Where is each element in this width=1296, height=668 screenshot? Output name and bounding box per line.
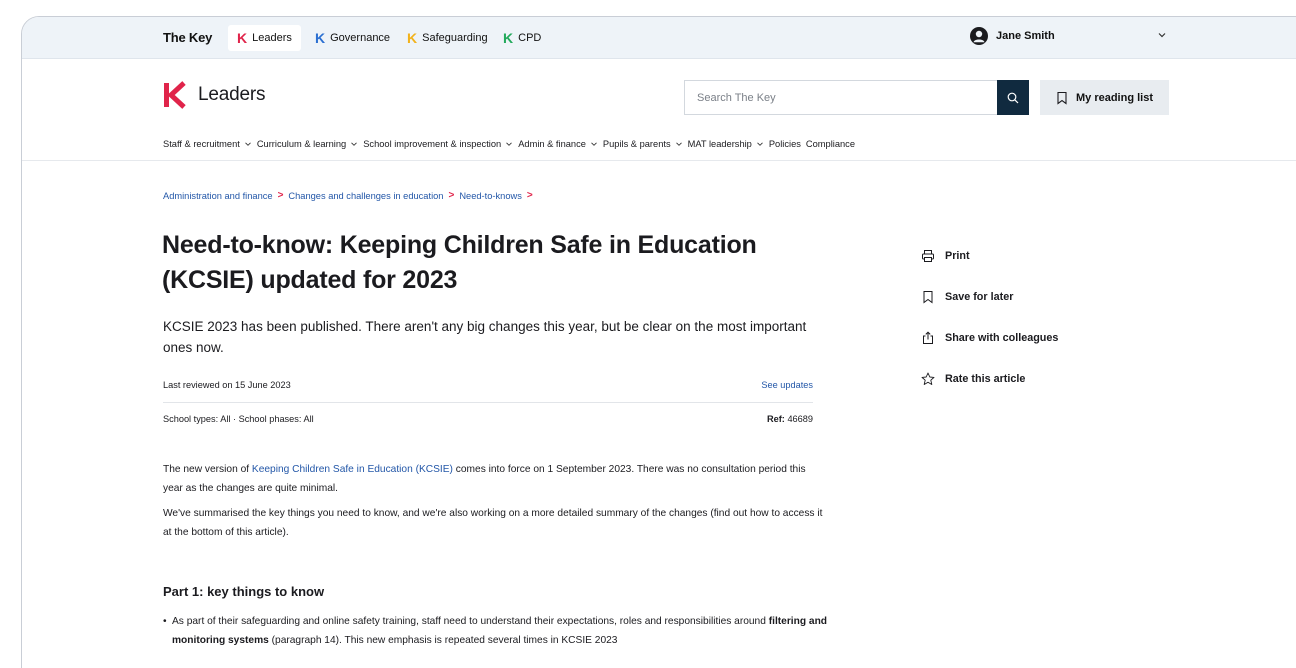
action-label: Save for later — [945, 290, 1014, 303]
browser-frame: The Key K Leaders K Governance K Safegua… — [21, 16, 1296, 668]
breadcrumb-separator-icon: > — [526, 190, 533, 201]
nav-item-staff-recruitment[interactable]: Staff & recruitment — [163, 139, 252, 149]
nav-item-label: School improvement & inspection — [363, 139, 502, 149]
intro-paragraph: The new version of Keeping Children Safe… — [163, 460, 823, 498]
nav-item-label: Staff & recruitment — [163, 139, 240, 149]
product-tab-leaders[interactable]: K Leaders — [228, 25, 301, 51]
rate-action[interactable]: Rate this article — [921, 358, 1058, 399]
chevron-down-icon — [591, 142, 597, 146]
nav-item-curriculum-learning[interactable]: Curriculum & learning — [257, 139, 358, 149]
user-menu[interactable]: Jane Smith — [970, 27, 1055, 45]
leaders-logo[interactable]: Leaders — [162, 81, 265, 109]
action-label: Rate this article — [945, 372, 1026, 385]
nav-item-label: Policies — [768, 139, 801, 149]
kcsie-link[interactable]: Keeping Children Safe in Education (KCSI… — [252, 464, 453, 475]
save-for-later-action[interactable]: Save for later — [921, 276, 1058, 317]
chevron-down-icon[interactable] — [1157, 30, 1167, 40]
review-meta-row: Last reviewed on 15 June 2023 See update… — [163, 380, 813, 390]
breadcrumb-link[interactable]: Changes and challenges in education — [288, 191, 443, 201]
nav-item-mat-leadership[interactable]: MAT leadership — [688, 139, 764, 149]
product-tab-cpd[interactable]: K CPD — [494, 25, 550, 51]
meta-divider — [163, 402, 813, 403]
school-meta-row: School types: All · School phases: All R… — [163, 414, 813, 424]
print-icon — [922, 249, 934, 262]
main-navigation: Staff & recruitment Curriculum & learnin… — [163, 139, 860, 149]
user-icon — [970, 27, 988, 45]
product-switcher-bar: The Key K Leaders K Governance K Safegua… — [22, 17, 1296, 59]
bullet-icon: • — [163, 616, 167, 627]
bullet-text: (paragraph 14). This new emphasis is rep… — [268, 635, 618, 646]
product-tab-label: Governance — [330, 32, 391, 44]
reading-list-button[interactable]: My reading list — [1040, 80, 1169, 115]
leaders-k-icon: K — [237, 30, 248, 46]
breadcrumb-separator-icon: > — [277, 190, 284, 201]
article-ref: Ref: 46689 — [767, 414, 813, 424]
nav-item-admin-finance[interactable]: Admin & finance — [518, 139, 598, 149]
governance-k-icon: K — [315, 30, 326, 46]
nav-item-compliance[interactable]: Compliance — [806, 139, 855, 149]
ref-label: Ref: — [767, 414, 785, 424]
nav-item-school-improvement[interactable]: School improvement & inspection — [363, 139, 513, 149]
safeguarding-k-icon: K — [407, 30, 418, 46]
reading-list-label: My reading list — [1075, 91, 1154, 104]
nav-item-policies[interactable]: Policies — [769, 139, 801, 149]
article-standfirst: KCSIE 2023 has been published. There are… — [163, 319, 807, 355]
page-title: Need-to-know: Keeping Children Safe in E… — [162, 231, 757, 294]
product-tab-safeguarding[interactable]: K Safeguarding — [398, 25, 497, 51]
chevron-down-icon — [351, 142, 358, 146]
nav-item-label: Curriculum & learning — [256, 139, 347, 149]
bullet-text: As part of their safeguarding and online… — [172, 616, 769, 627]
nav-divider — [22, 160, 1296, 161]
the-key-brand[interactable]: The Key — [163, 30, 212, 45]
article-actions: Print Save for later Share with colleagu… — [921, 235, 1058, 399]
product-tab-label: Safeguarding — [422, 32, 488, 44]
list-item: • As part of their safeguarding and onli… — [163, 612, 832, 650]
nav-item-label: MAT leadership — [687, 139, 752, 149]
chevron-down-icon — [245, 142, 251, 146]
chevron-down-icon — [506, 142, 513, 146]
chevron-down-icon — [757, 142, 763, 146]
search-icon — [1007, 92, 1019, 103]
paragraph-text: The new version of — [163, 464, 252, 475]
product-tab-governance[interactable]: K Governance — [306, 25, 399, 51]
cpd-k-icon: K — [503, 30, 514, 46]
nav-item-pupils-parents[interactable]: Pupils & parents — [603, 139, 683, 149]
star-icon — [921, 372, 935, 385]
breadcrumb: Administration and finance > Changes and… — [163, 190, 538, 201]
bookmark-icon — [923, 290, 933, 303]
action-label: Print — [945, 249, 970, 262]
nav-item-label: Pupils & parents — [602, 139, 671, 149]
user-name: Jane Smith — [996, 30, 1055, 42]
logo-text: Leaders — [198, 84, 266, 105]
share-action[interactable]: Share with colleagues — [921, 317, 1058, 358]
search-input[interactable] — [685, 81, 985, 114]
last-reviewed-date: Last reviewed on 15 June 2023 — [163, 380, 291, 390]
search-box — [684, 80, 1029, 115]
nav-item-label: Admin & finance — [518, 139, 586, 149]
summary-paragraph: We've summarised the key things you need… — [163, 508, 823, 538]
k-logo-icon — [164, 81, 186, 109]
product-tab-label: Leaders — [252, 32, 292, 44]
breadcrumb-link[interactable]: Need-to-knows — [459, 191, 522, 201]
search-button[interactable] — [997, 80, 1029, 115]
breadcrumb-separator-icon: > — [448, 190, 455, 201]
print-action[interactable]: Print — [921, 235, 1058, 276]
action-label: Share with colleagues — [945, 331, 1059, 344]
part1-heading: Part 1: key things to know — [163, 584, 325, 599]
bookmark-icon — [1057, 91, 1067, 105]
product-tab-label: CPD — [518, 32, 542, 44]
nav-item-label: Compliance — [805, 139, 855, 149]
school-types-phases: School types: All · School phases: All — [163, 414, 314, 424]
see-updates-link[interactable]: See updates — [761, 380, 813, 390]
share-icon — [923, 330, 933, 344]
ref-value: 46689 — [787, 414, 813, 424]
breadcrumb-link[interactable]: Administration and finance — [163, 191, 273, 201]
chevron-down-icon — [675, 142, 682, 146]
